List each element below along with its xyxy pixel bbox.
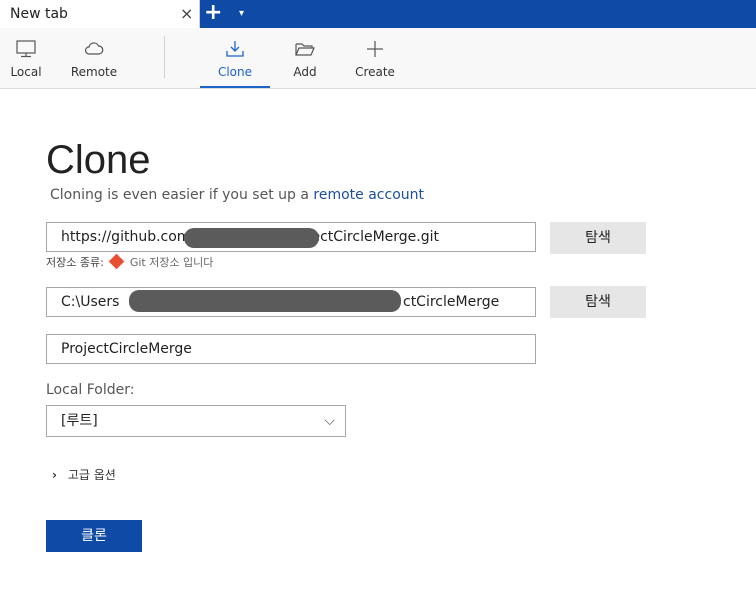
source-url-input[interactable]: https://github.com ojectCircleMerge.git <box>46 222 536 252</box>
monitor-icon <box>16 40 36 58</box>
tab-new-tab[interactable]: New tab × <box>0 0 200 28</box>
toolbar-clone-button[interactable]: Clone <box>200 28 270 88</box>
folder-open-icon <box>295 43 315 56</box>
dest-path-start: C:\Users <box>61 294 120 310</box>
advanced-options-label: 고급 옵션 <box>67 468 116 482</box>
redaction-mark <box>184 228 319 248</box>
source-url-start: https://github.com <box>61 229 191 245</box>
add-tab-icon[interactable]: + <box>204 1 222 25</box>
toolbar-create-button[interactable]: Create <box>352 28 398 88</box>
tab-title: New tab <box>10 6 68 22</box>
repo-type-info: 저장소 종류: Git 저장소 입니다 <box>46 253 214 270</box>
toolbar-local-button[interactable]: Local <box>6 28 46 88</box>
source-url-end: ojectCircleMerge.git <box>299 229 439 245</box>
toolbar-create-label: Create <box>355 65 395 79</box>
toolbar-clone-label: Clone <box>217 65 253 79</box>
page-subtitle: Cloning is even easier if you set up a r… <box>50 187 424 203</box>
subtitle-text: Cloning is even easier if you set up a <box>50 187 309 203</box>
advanced-options-toggle[interactable]: › 고급 옵션 <box>52 466 116 483</box>
chevron-right-icon: › <box>52 468 57 482</box>
cloud-icon <box>84 42 104 55</box>
toolbar-add-label: Add <box>293 65 317 79</box>
local-folder-value: [루트] <box>61 413 98 429</box>
repo-name-input[interactable]: ProjectCircleMerge <box>46 334 536 364</box>
dest-path-end: ctCircleMerge <box>403 294 500 310</box>
toolbar: Local Remote Clone Add Create <box>0 28 756 89</box>
chevron-down-icon: ⌵ <box>324 413 335 429</box>
page-title: Clone <box>46 138 151 182</box>
repo-type-label: 저장소 종류: <box>46 256 104 269</box>
local-folder-select[interactable]: [루트] ⌵ <box>46 405 346 437</box>
remote-account-link[interactable]: remote account <box>313 187 424 203</box>
toolbar-add-button[interactable]: Add <box>284 28 326 88</box>
tab-menu-chevron-icon[interactable]: ▾ <box>239 8 244 20</box>
clone-button[interactable]: 클론 <box>46 520 142 552</box>
local-folder-label: Local Folder: <box>46 382 135 398</box>
git-icon <box>109 253 125 270</box>
toolbar-local-label: Local <box>10 65 42 79</box>
repo-name-value: ProjectCircleMerge <box>61 341 192 357</box>
toolbar-remote-button[interactable]: Remote <box>70 28 118 88</box>
plus-icon <box>367 41 383 57</box>
tab-bar: New tab × + ▾ <box>0 0 756 28</box>
redaction-mark <box>129 290 401 312</box>
toolbar-remote-label: Remote <box>70 65 118 79</box>
destination-path-input[interactable]: C:\Users ctCircleMerge <box>46 287 536 317</box>
repo-type-value: Git 저장소 입니다 <box>129 256 214 269</box>
browse-destination-button[interactable]: 탐색 <box>550 286 646 318</box>
tab-close-icon[interactable]: × <box>180 4 193 23</box>
browse-source-button[interactable]: 탐색 <box>550 222 646 254</box>
toolbar-separator <box>164 36 165 78</box>
download-tray-icon <box>226 41 244 57</box>
